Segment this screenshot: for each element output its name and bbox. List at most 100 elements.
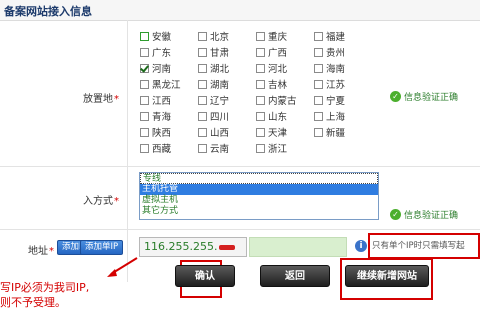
province-checkbox-item[interactable]: 上海 <box>314 108 372 124</box>
checkbox[interactable] <box>140 95 149 105</box>
province-label: 上海 <box>326 112 346 123</box>
location-label-text: 放置地 <box>83 94 113 105</box>
verify-text: 信息验证正确 <box>404 93 459 103</box>
province-checkbox-item[interactable]: 四川 <box>198 108 256 124</box>
province-checkbox-item[interactable]: 黑龙江 <box>140 76 198 92</box>
province-checkbox-item[interactable]: 青海 <box>140 108 198 124</box>
province-checkbox-item[interactable]: 贵州 <box>314 44 372 60</box>
checkbox[interactable] <box>140 127 149 137</box>
access-verify-status: ✓ 信息验证正确 <box>390 208 458 221</box>
province-checkbox-item[interactable]: 新疆 <box>314 124 372 140</box>
province-label: 浙江 <box>268 144 288 155</box>
province-checkbox-item[interactable]: 宁夏 <box>314 92 372 108</box>
access-option[interactable]: 主机托管 <box>140 184 378 195</box>
checkbox[interactable] <box>314 31 323 41</box>
province-checkbox-item[interactable]: 重庆 <box>256 28 314 44</box>
province-checkbox-item[interactable]: 江西 <box>140 92 198 108</box>
add-single-ip-button[interactable]: 添加单IP <box>80 240 124 255</box>
province-label: 重庆 <box>268 32 288 43</box>
province-checkbox-item[interactable]: 安徽 <box>140 28 198 44</box>
province-checkbox-item[interactable]: 山东 <box>256 108 314 124</box>
province-checkbox-item[interactable]: 北京 <box>198 28 256 44</box>
province-checkbox-item[interactable]: 云南 <box>198 140 256 156</box>
province-label: 贵州 <box>326 48 346 59</box>
province-label: 山西 <box>210 128 230 139</box>
province-label: 吉林 <box>268 80 288 91</box>
checkbox[interactable] <box>198 111 207 121</box>
verify-text: 信息验证正确 <box>404 211 459 221</box>
province-label: 江苏 <box>326 80 346 91</box>
access-method-listbox[interactable]: 专线 主机托管 虚拟主机 其它方式 <box>139 172 379 220</box>
location-label: 放置地* <box>0 90 127 105</box>
province-checkbox-item[interactable]: 甘肃 <box>198 44 256 60</box>
province-checkbox-item[interactable]: 广东 <box>140 44 198 60</box>
ip-start-input[interactable]: 116.255.255. <box>139 237 247 257</box>
province-label: 西藏 <box>152 144 172 155</box>
checkbox[interactable] <box>256 95 265 105</box>
checkbox[interactable] <box>198 143 207 153</box>
province-checkbox-item[interactable]: 西藏 <box>140 140 198 156</box>
access-option[interactable]: 其它方式 <box>140 206 378 217</box>
province-checkbox-item[interactable]: 河北 <box>256 60 314 76</box>
province-label: 广东 <box>152 48 172 59</box>
province-checkbox-item[interactable]: 广西 <box>256 44 314 60</box>
province-checkbox-item[interactable]: 河南 <box>140 60 198 76</box>
province-checkbox-item[interactable]: 辽宁 <box>198 92 256 108</box>
checkbox[interactable] <box>140 31 149 41</box>
check-circle-icon: ✓ <box>390 91 401 102</box>
access-option[interactable]: 虚拟主机 <box>140 195 378 206</box>
province-label: 湖南 <box>210 80 230 91</box>
access-method-label: 入方式* <box>0 192 127 207</box>
checkbox[interactable] <box>140 143 149 153</box>
checkbox[interactable] <box>256 127 265 137</box>
checkbox[interactable] <box>314 127 323 137</box>
province-checkbox-item[interactable]: 海南 <box>314 60 372 76</box>
checkbox[interactable] <box>314 95 323 105</box>
access-label-text: 入方式 <box>83 196 113 207</box>
province-checkbox-item[interactable]: 山西 <box>198 124 256 140</box>
province-checkbox-item[interactable]: 湖北 <box>198 60 256 76</box>
province-label: 黑龙江 <box>152 80 181 91</box>
location-verify-status: ✓ 信息验证正确 <box>390 90 458 103</box>
province-checkbox-item[interactable]: 福建 <box>314 28 372 44</box>
province-label: 陕西 <box>152 128 172 139</box>
checkbox[interactable] <box>256 63 265 73</box>
required-mark: * <box>49 246 54 257</box>
checkbox[interactable] <box>256 143 265 153</box>
checkbox[interactable] <box>314 47 323 57</box>
checkbox[interactable] <box>314 63 323 73</box>
checkbox[interactable] <box>198 79 207 89</box>
checkbox[interactable] <box>140 79 149 89</box>
province-checkbox-item[interactable]: 江苏 <box>314 76 372 92</box>
province-label: 天津 <box>268 128 288 139</box>
province-checkbox-item[interactable]: 天津 <box>256 124 314 140</box>
checkbox[interactable] <box>140 63 149 73</box>
checkbox[interactable] <box>256 47 265 57</box>
checkbox[interactable] <box>198 63 207 73</box>
checkbox[interactable] <box>256 111 265 121</box>
back-button[interactable]: 返回 <box>260 265 330 287</box>
checkbox[interactable] <box>256 31 265 41</box>
province-checkbox-item[interactable]: 内蒙古 <box>256 92 314 108</box>
continue-add-website-button[interactable]: 继续新增网站 <box>345 265 429 287</box>
province-checkbox-item[interactable]: 吉林 <box>256 76 314 92</box>
checkbox[interactable] <box>140 47 149 57</box>
checkbox[interactable] <box>140 111 149 121</box>
ip-warning-note: 写IP必须为我司IP, 则不予受理。 <box>0 280 89 310</box>
province-label: 云南 <box>210 144 230 155</box>
confirm-button[interactable]: 确认 <box>175 265 235 287</box>
checkbox[interactable] <box>256 79 265 89</box>
province-checkbox-item[interactable]: 陕西 <box>140 124 198 140</box>
ip-end-input[interactable] <box>249 237 347 257</box>
checkbox[interactable] <box>198 31 207 41</box>
checkbox[interactable] <box>198 47 207 57</box>
checkbox[interactable] <box>314 111 323 121</box>
checkbox[interactable] <box>198 95 207 105</box>
province-label: 甘肃 <box>210 48 230 59</box>
access-option[interactable]: 专线 <box>140 173 378 184</box>
province-label: 湖北 <box>210 64 230 75</box>
province-checkbox-item[interactable]: 湖南 <box>198 76 256 92</box>
checkbox[interactable] <box>314 79 323 89</box>
province-checkbox-item[interactable]: 浙江 <box>256 140 314 156</box>
checkbox[interactable] <box>198 127 207 137</box>
